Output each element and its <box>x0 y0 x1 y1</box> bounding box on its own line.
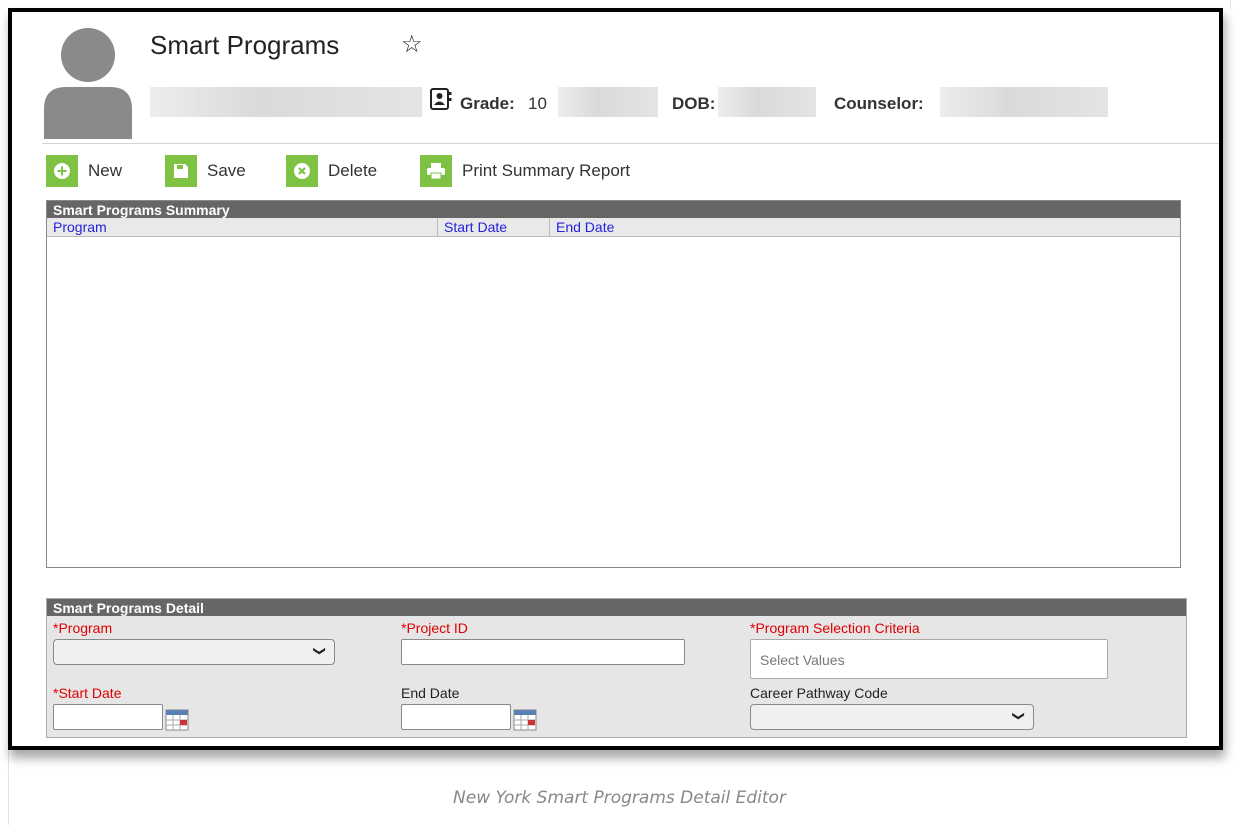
smart-programs-detail-panel: Smart Programs Detail *Program ❯ *Projec… <box>46 598 1187 738</box>
student-name-redacted <box>150 87 422 117</box>
counselor-value-redacted <box>940 87 1108 117</box>
header-divider <box>42 143 1219 144</box>
career-pathway-code-select[interactable]: ❯ <box>750 704 1034 730</box>
project-id-input[interactable] <box>401 639 685 665</box>
column-divider <box>549 218 550 236</box>
screenshot-frame: Smart Programs ☆ Grade: 10 DOB: Counselo… <box>8 8 1223 750</box>
summary-section-title: Smart Programs Summary <box>47 201 1180 218</box>
column-header-program[interactable]: Program <box>53 219 107 235</box>
student-id-redacted <box>558 87 658 117</box>
x-circle-icon <box>286 155 318 187</box>
dob-value-redacted <box>718 87 816 117</box>
program-label: *Program <box>53 620 113 636</box>
save-button-label: Save <box>207 161 246 180</box>
summary-column-header-row: Program Start Date End Date <box>47 218 1180 237</box>
calendar-icon[interactable] <box>513 709 537 731</box>
print-summary-report-button[interactable]: Print Summary Report <box>420 155 630 187</box>
program-selection-criteria-multiselect[interactable]: Select Values <box>750 639 1108 679</box>
program-select[interactable]: ❯ <box>53 639 335 665</box>
plus-circle-icon <box>46 155 78 187</box>
floppy-disk-icon <box>165 155 197 187</box>
dob-label: DOB: <box>672 94 716 113</box>
end-date-input[interactable] <box>401 704 511 730</box>
new-button[interactable]: New <box>46 155 122 187</box>
page-edge-rule <box>8 740 9 825</box>
save-button[interactable]: Save <box>165 155 246 187</box>
printer-icon <box>420 155 452 187</box>
grade-label: Grade: <box>460 94 515 113</box>
end-date-label: End Date <box>401 685 460 701</box>
figure-caption: New York Smart Programs Detail Editor <box>453 788 786 808</box>
page-edge-rule <box>1230 0 1231 10</box>
grade-value: 10 <box>528 94 547 113</box>
chevron-down-icon: ❯ <box>1011 710 1026 722</box>
print-summary-report-label: Print Summary Report <box>462 161 631 180</box>
selection-criteria-placeholder: Select Values <box>760 652 845 668</box>
page-title: Smart Programs <box>150 30 340 60</box>
chevron-down-icon: ❯ <box>312 645 327 657</box>
detail-section-title: Smart Programs Detail <box>47 599 1186 616</box>
delete-button-label: Delete <box>328 161 378 180</box>
delete-button[interactable]: Delete <box>286 155 377 187</box>
start-date-label: *Start Date <box>53 685 122 701</box>
new-button-label: New <box>88 161 123 180</box>
project-id-label: *Project ID <box>401 620 468 636</box>
avatar <box>44 28 132 139</box>
counselor-label: Counselor: <box>834 94 924 113</box>
contact-card-icon[interactable] <box>430 88 452 110</box>
calendar-icon[interactable] <box>165 709 189 731</box>
start-date-input[interactable] <box>53 704 163 730</box>
favorite-star-icon[interactable]: ☆ <box>401 30 423 59</box>
smart-programs-summary-panel: Smart Programs Summary Program Start Dat… <box>46 200 1181 568</box>
career-pathway-code-label: Career Pathway Code <box>750 685 888 701</box>
column-header-start-date[interactable]: Start Date <box>444 219 507 235</box>
column-header-end-date[interactable]: End Date <box>556 219 614 235</box>
column-divider <box>437 218 438 236</box>
program-selection-criteria-label: *Program Selection Criteria <box>750 620 920 636</box>
